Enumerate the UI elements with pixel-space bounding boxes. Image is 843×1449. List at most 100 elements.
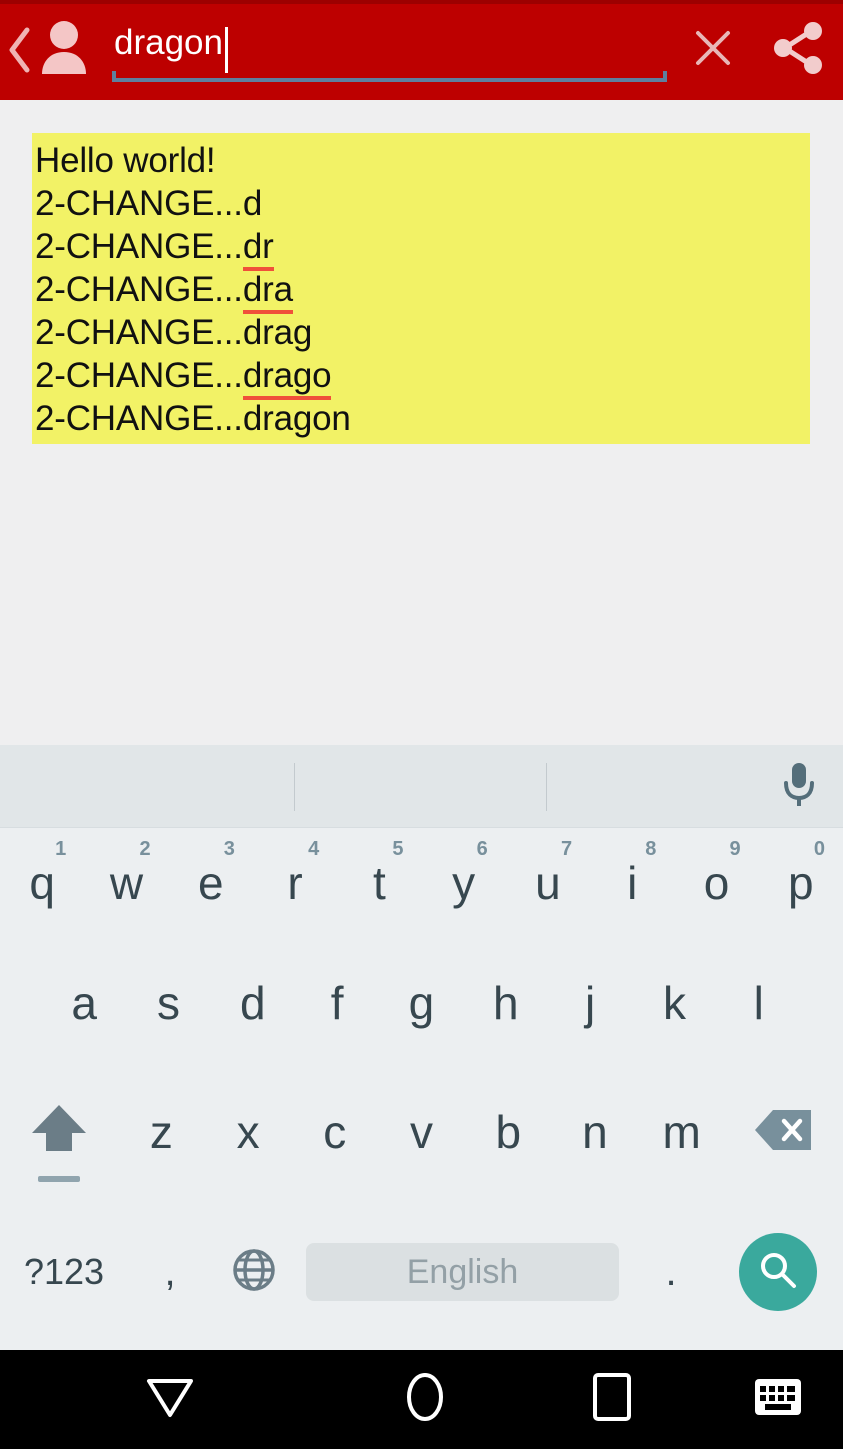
row2-right-pad: [801, 938, 843, 1068]
key-number-label: 8: [645, 838, 657, 860]
key-letter-label: d: [240, 977, 266, 1029]
key-letter-label: z: [149, 1106, 173, 1158]
comma-key-label: ,: [164, 1250, 176, 1294]
back-button[interactable]: [4, 0, 34, 100]
keyboard-row-2: asd f ghjkl: [0, 938, 843, 1068]
key-letter-label: b: [495, 1106, 522, 1158]
key-letter-label: w: [109, 857, 144, 909]
key-t[interactable]: 5t: [337, 828, 421, 938]
key-b[interactable]: b: [465, 1068, 552, 1196]
key-m[interactable]: m: [638, 1068, 725, 1196]
key-o[interactable]: 9o: [674, 828, 758, 938]
key-c[interactable]: c: [291, 1068, 378, 1196]
search-enter-key[interactable]: [713, 1233, 843, 1311]
space-key[interactable]: English: [306, 1243, 619, 1301]
nav-recents-button[interactable]: [510, 1350, 713, 1449]
key-number-label: 6: [476, 838, 488, 860]
key-u[interactable]: 7u: [506, 828, 590, 938]
search-icon: [756, 1248, 800, 1297]
key-letter-label: j: [585, 977, 596, 1029]
key-letter-label: q: [29, 857, 55, 909]
key-q[interactable]: 1q: [0, 828, 84, 938]
key-y[interactable]: 6y: [421, 828, 505, 938]
nav-back-button[interactable]: [0, 1350, 340, 1449]
key-letter-label: c: [323, 1106, 347, 1158]
key-number-label: 2: [139, 838, 151, 860]
key-a[interactable]: a: [42, 938, 126, 1068]
shift-indicator-bar: [38, 1176, 80, 1182]
log-text-block: Hello world! 2-CHANGE...d 2-CHANGE...dr 2-C…: [32, 133, 810, 444]
search-field-container[interactable]: [112, 0, 667, 100]
key-d[interactable]: d: [211, 938, 295, 1068]
space-key-label: English: [406, 1252, 519, 1291]
comma-key[interactable]: ,: [128, 1252, 212, 1292]
period-key-label: .: [665, 1250, 677, 1294]
shift-arrow-up-icon: [28, 1101, 90, 1164]
key-letter-label: x: [236, 1106, 260, 1158]
key-w[interactable]: 2w: [84, 828, 168, 938]
key-p[interactable]: 0p: [759, 828, 843, 938]
chevron-left-icon: [6, 27, 32, 73]
share-button[interactable]: [755, 0, 843, 100]
key-h[interactable]: h: [464, 938, 548, 1068]
clear-search-button[interactable]: [675, 0, 751, 100]
log-line-suffix: dragon: [242, 399, 351, 438]
language-switch-key[interactable]: [212, 1247, 296, 1298]
log-line-prefix: 2-CHANGE...: [35, 227, 243, 266]
key-letter-label: o: [703, 857, 730, 909]
key-z[interactable]: z: [118, 1068, 205, 1196]
key-number-label: 7: [560, 838, 573, 860]
voice-input-button[interactable]: [763, 745, 835, 828]
share-icon: [771, 20, 827, 81]
globe-language-icon: [231, 1247, 277, 1298]
square-recents-icon: [591, 1371, 633, 1428]
triangle-down-back-icon: [145, 1375, 195, 1424]
key-letter-label: f: [330, 977, 344, 1029]
log-line-prefix: 2-CHANGE...: [35, 356, 243, 395]
key-n[interactable]: n: [552, 1068, 639, 1196]
key-i[interactable]: 8i: [590, 828, 674, 938]
key-number-label: 1: [55, 838, 67, 860]
key-v[interactable]: v: [378, 1068, 465, 1196]
key-f[interactable]: f: [295, 938, 379, 1068]
log-line-prefix: 2-CHANGE...: [35, 184, 243, 223]
key-r[interactable]: 4r: [253, 828, 337, 938]
key-letter-label: g: [408, 977, 435, 1029]
app-top-bar: [0, 0, 843, 100]
symbols-key[interactable]: ?123: [0, 1254, 128, 1290]
search-input[interactable]: [112, 23, 665, 77]
log-line-suffix: dra: [242, 270, 293, 314]
microphone-icon: [779, 759, 819, 814]
backspace-icon: [753, 1106, 815, 1159]
key-k[interactable]: k: [632, 938, 716, 1068]
row2-left-pad: [0, 938, 42, 1068]
suggestion-divider: [546, 763, 547, 811]
log-line-prefix: 2-CHANGE...: [35, 270, 243, 309]
log-line: 2-CHANGE...d: [32, 182, 810, 225]
nav-keyboard-toggle-button[interactable]: [713, 1350, 843, 1449]
log-line-prefix: 2-CHANGE...: [35, 313, 243, 352]
shift-key[interactable]: [0, 1068, 118, 1196]
suggestion-divider: [294, 763, 295, 811]
key-j[interactable]: j: [548, 938, 632, 1068]
log-line-suffix: dr: [242, 227, 274, 271]
account-avatar-button[interactable]: [34, 0, 94, 100]
nav-home-button[interactable]: [340, 1350, 510, 1449]
key-letter-label: l: [753, 977, 764, 1029]
key-letter-label: y: [452, 857, 476, 909]
key-letter-label: u: [535, 857, 561, 909]
key-g[interactable]: g: [379, 938, 463, 1068]
key-number-label: 4: [308, 838, 320, 860]
key-letter-label: v: [410, 1106, 434, 1158]
period-key[interactable]: .: [629, 1252, 713, 1292]
key-e[interactable]: 3e: [169, 828, 253, 938]
log-line-prefix: Hello world!: [35, 141, 216, 180]
backspace-key[interactable]: [725, 1068, 843, 1196]
key-s[interactable]: s: [126, 938, 210, 1068]
key-x[interactable]: x: [205, 1068, 292, 1196]
keyboard-row-3-letters: z x c v bnm: [118, 1068, 725, 1196]
key-l[interactable]: l: [717, 938, 801, 1068]
log-line: 2-CHANGE...drag: [32, 311, 810, 354]
suggestion-strip[interactable]: [0, 745, 843, 828]
key-letter-label: m: [662, 1106, 701, 1158]
